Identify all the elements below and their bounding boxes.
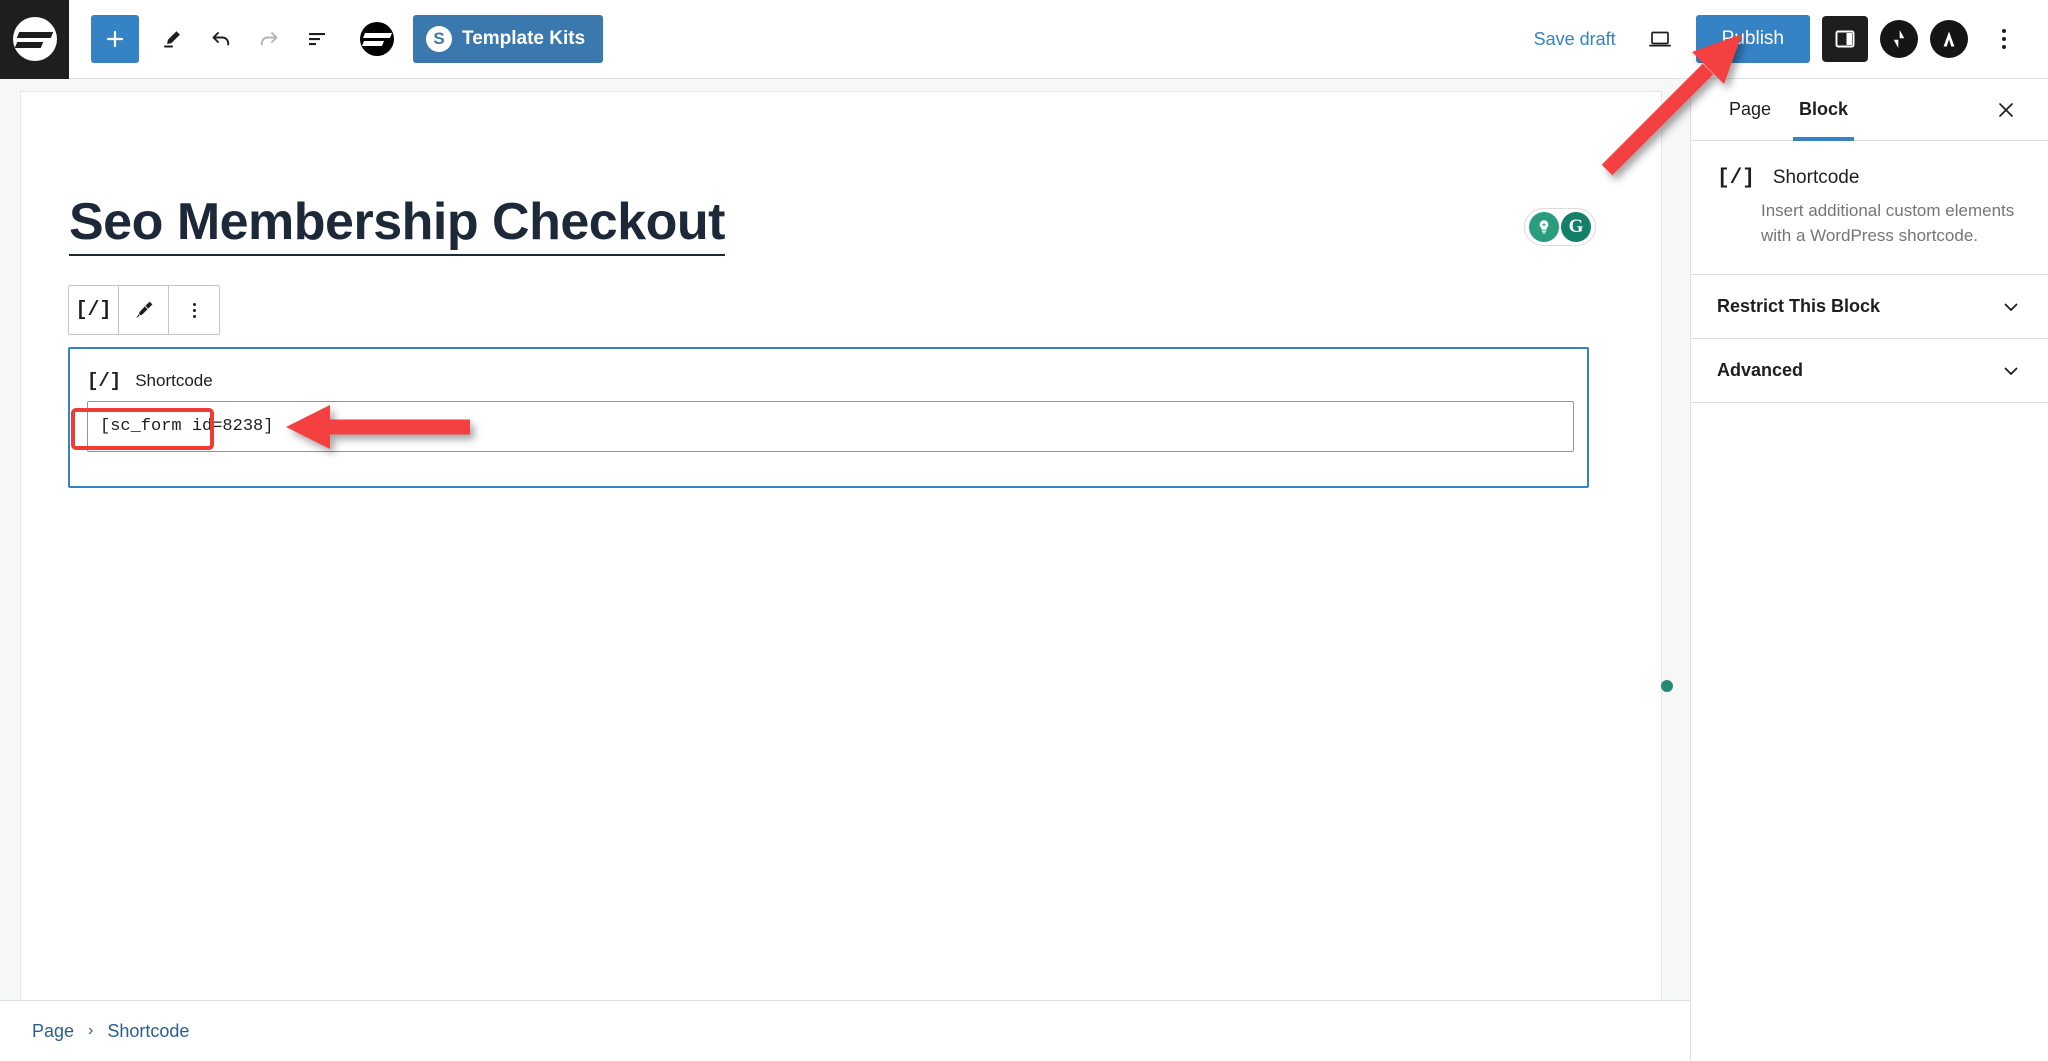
template-kits-button[interactable]: S Template Kits <box>413 15 604 63</box>
publish-button[interactable]: Publish <box>1695 15 1810 63</box>
panel-restrict-this-block[interactable]: Restrict This Block <box>1691 275 2048 340</box>
panel-title: Restrict This Block <box>1717 296 1881 317</box>
block-toolbar: [/] <box>68 285 220 335</box>
document-overview-button[interactable] <box>293 15 341 63</box>
tab-block[interactable]: Block <box>1785 79 1862 141</box>
site-logo-button[interactable] <box>0 0 69 79</box>
shortcode-input[interactable]: [sc_form id=8238] <box>87 401 1574 452</box>
add-block-button[interactable] <box>91 15 139 63</box>
shortcode-input-value: [sc_form id=8238] <box>100 417 274 436</box>
paintbrush-icon[interactable] <box>119 286 169 334</box>
block-options-icon[interactable] <box>169 286 219 334</box>
block-info-description: Insert additional custom elements with a… <box>1761 201 2015 245</box>
jetpack-button[interactable] <box>1880 20 1918 58</box>
undo-button[interactable] <box>197 15 245 63</box>
post-content-canvas: Seo Membership Checkout G [/] [/] Shortc… <box>20 91 1673 1031</box>
editor-canvas-region: Seo Membership Checkout G [/] [/] Shortc… <box>0 79 1690 1061</box>
template-kits-badge-icon: S <box>426 26 452 52</box>
shortcode-block[interactable]: [/] Shortcode [sc_form id=8238] <box>68 347 1589 488</box>
shortcode-block-header: [/] Shortcode <box>70 349 1587 392</box>
template-kits-label: Template Kits <box>462 28 586 49</box>
redo-button[interactable] <box>245 15 293 63</box>
chevron-down-icon <box>2000 296 2022 318</box>
settings-sidebar-toggle[interactable] <box>1822 16 1868 62</box>
save-draft-button[interactable]: Save draft <box>1518 21 1632 58</box>
breadcrumb-separator: › <box>88 1022 94 1039</box>
breadcrumb-item-page[interactable]: Page <box>32 1021 74 1042</box>
tools-pencil-button[interactable] <box>149 15 197 63</box>
editor-options-button[interactable] <box>1982 15 2026 63</box>
wordpress-site-logo-icon <box>12 17 57 61</box>
block-type-shortcode-button[interactable]: [/] <box>69 286 119 334</box>
panel-advanced[interactable]: Advanced <box>1691 339 2048 404</box>
breadcrumb-item-shortcode[interactable]: Shortcode <box>107 1021 189 1042</box>
toolbar-left-group: S Template Kits <box>69 15 604 63</box>
breadcrumb: Page › Shortcode <box>0 1000 1690 1061</box>
close-icon[interactable] <box>1988 92 2024 128</box>
chevron-down-icon <box>2000 360 2022 382</box>
shortcode-block-label: Shortcode <box>135 371 213 390</box>
sidebar-tabs: Page Block <box>1691 79 2048 141</box>
status-dot <box>1661 680 1673 692</box>
block-info-card: [/] Shortcode Insert additional custom e… <box>1691 141 2048 276</box>
tab-page[interactable]: Page <box>1715 79 1785 141</box>
grammarly-widget[interactable]: G <box>1524 208 1596 246</box>
preview-button[interactable] <box>1636 15 1684 63</box>
grammarly-assistant-icon[interactable] <box>1529 212 1559 242</box>
panel-title: Advanced <box>1717 360 1804 381</box>
grammarly-logo-icon[interactable]: G <box>1561 212 1591 242</box>
astra-button[interactable] <box>1930 20 1968 58</box>
wordpress-block-editor: S Template Kits Save draft Publish Seo M… <box>0 0 2048 1061</box>
envato-logo-button[interactable] <box>353 15 401 63</box>
settings-sidebar: Page Block [/] Shortcode Insert addition… <box>1690 79 2048 1061</box>
shortcode-icon: [/] <box>87 370 122 392</box>
block-info-title: Shortcode <box>1772 167 1860 188</box>
toolbar-right-group: Save draft Publish <box>1518 15 2048 63</box>
envato-logo-icon <box>360 22 394 56</box>
editor-top-toolbar: S Template Kits Save draft Publish <box>0 0 2048 79</box>
page-title[interactable]: Seo Membership Checkout <box>69 192 725 256</box>
shortcode-icon: [/] <box>1717 167 1755 190</box>
